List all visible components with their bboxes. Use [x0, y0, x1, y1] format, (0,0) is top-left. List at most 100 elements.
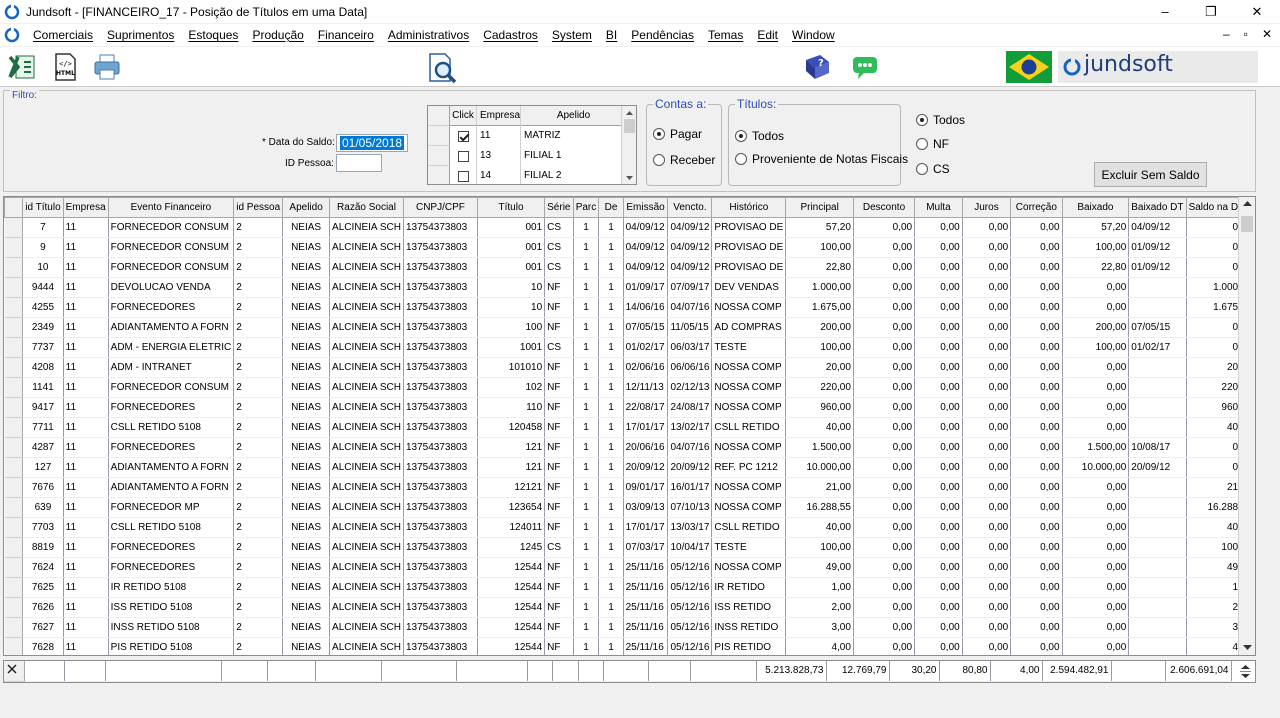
row-selector[interactable] [4, 377, 24, 398]
row-selector[interactable] [4, 497, 24, 518]
table-row[interactable]: 7624 11 FORNECEDORES 2 NEIAS ALCINEIA SCH 1375… [4, 557, 1255, 578]
menu-temas[interactable]: Temas [701, 28, 750, 42]
menu-estoques[interactable]: Estoques [181, 28, 245, 42]
excluir-sem-saldo-button[interactable]: Excluir Sem Saldo [1094, 162, 1207, 187]
grid-vertical-scrollbar[interactable] [1238, 197, 1255, 655]
row-selector[interactable] [4, 357, 24, 378]
id-pessoa-input[interactable] [336, 154, 382, 172]
column-header-id-titulo[interactable]: id Título [22, 197, 64, 218]
excel-icon[interactable] [6, 52, 36, 82]
menu-pendencias[interactable]: Pendências [624, 28, 701, 42]
row-selector[interactable] [4, 317, 24, 338]
menu-comerciais[interactable]: Comerciais [26, 28, 100, 42]
column-header-serie[interactable]: Série [544, 197, 574, 218]
table-row[interactable]: 7627 11 INSS RETIDO 5108 2 NEIAS ALCINEIA SCH… [4, 617, 1255, 638]
column-header-parc[interactable]: Parc [572, 197, 600, 218]
menu-financeiro[interactable]: Financeiro [311, 28, 381, 42]
column-header-emissao[interactable]: Emissão [622, 197, 669, 218]
column-header-razao-social[interactable]: Razão Social [329, 197, 404, 218]
column-header-multa[interactable]: Multa [914, 197, 963, 218]
menu-suprimentos[interactable]: Suprimentos [100, 28, 181, 42]
menu-edit[interactable]: Edit [750, 28, 785, 42]
row-selector[interactable] [4, 237, 24, 258]
table-row[interactable]: 9417 11 FORNECEDORES 2 NEIAS ALCINEIA SCH 1375… [4, 397, 1255, 418]
row-selector[interactable] [428, 126, 450, 146]
mdi-restore-button[interactable]: ▫ [1244, 27, 1248, 41]
radio-dot[interactable] [735, 153, 747, 165]
minimize-button[interactable]: – [1142, 0, 1188, 23]
radio-tipo-todos[interactable]: Todos [916, 113, 965, 127]
row-selector[interactable] [4, 277, 24, 298]
row-selector[interactable] [428, 166, 450, 184]
row-selector[interactable] [4, 297, 24, 318]
table-row[interactable]: 7711 11 CSLL RETIDO 5108 2 NEIAS ALCINEIA SCH… [4, 417, 1255, 438]
radio-proveniente-nf[interactable]: Proveniente de Notas Fiscais [735, 152, 908, 166]
menu-system[interactable]: System [545, 28, 599, 42]
help-book-icon[interactable]: ? [802, 52, 832, 82]
table-row[interactable]: 7625 11 IR RETIDO 5108 2 NEIAS ALCINEIA SCH 13… [4, 577, 1255, 598]
row-selector[interactable] [4, 517, 24, 538]
radio-dot[interactable] [916, 114, 928, 126]
mdi-minimize-button[interactable]: – [1223, 27, 1230, 41]
table-row[interactable]: 7628 11 PIS RETIDO 5108 2 NEIAS ALCINEIA SCH 1… [4, 637, 1255, 655]
column-header-principal[interactable]: Principal [785, 197, 854, 218]
empresa-row[interactable]: 14 FILIAL 2 [428, 166, 623, 184]
column-header-de[interactable]: De [598, 197, 624, 218]
search-document-icon[interactable] [425, 51, 459, 85]
column-header-juros[interactable]: Juros [961, 197, 1012, 218]
row-selector[interactable] [4, 397, 24, 418]
empresa-header-apelido[interactable]: Apelido [520, 106, 623, 126]
column-header-correcao[interactable]: Correção [1010, 197, 1063, 218]
radio-tipo-cs[interactable]: CS [916, 162, 950, 176]
menu-window[interactable]: Window [785, 28, 842, 42]
row-selector[interactable] [4, 597, 24, 618]
radio-dot[interactable] [653, 128, 665, 140]
row-selector[interactable] [4, 477, 24, 498]
radio-dot[interactable] [653, 154, 665, 166]
radio-dot[interactable] [916, 138, 928, 150]
table-row[interactable]: 639 11 FORNECEDOR MP 2 NEIAS ALCINEIA SCH 1375… [4, 497, 1255, 518]
empresa-checkbox[interactable] [457, 150, 469, 162]
table-row[interactable]: 4208 11 ADM - INTRANET 2 NEIAS ALCINEIA SCH 13… [4, 357, 1255, 378]
menu-bi[interactable]: BI [599, 28, 624, 42]
row-selector[interactable] [4, 417, 24, 438]
table-row[interactable]: 9 11 FORNECEDOR CONSUM 2 NEIAS ALCINEIA SCH 13… [4, 237, 1255, 258]
table-row[interactable]: 8819 11 FORNECEDORES 2 NEIAS ALCINEIA SCH 1375… [4, 537, 1255, 558]
table-row[interactable]: 127 11 ADIANTAMENTO A FORN 2 NEIAS ALCINEIA S… [4, 457, 1255, 478]
column-header-cnpj-cpf[interactable]: CNPJ/CPF [402, 197, 478, 218]
radio-dot[interactable] [735, 130, 747, 142]
table-row[interactable]: 9444 11 DEVOLUCAO VENDA 2 NEIAS ALCINEIA SCH 1… [4, 277, 1255, 298]
maximize-button[interactable]: ❐ [1188, 0, 1234, 23]
table-row[interactable]: 7737 11 ADM - ENERGIA ELETRIC 2 NEIAS ALCINEI… [4, 337, 1255, 358]
menu-producao[interactable]: Produção [245, 28, 310, 42]
html-export-icon[interactable]: </> HTML [50, 52, 80, 82]
table-row[interactable]: 7626 11 ISS RETIDO 5108 2 NEIAS ALCINEIA SCH 1… [4, 597, 1255, 618]
column-header-baixado[interactable]: Baixado [1061, 197, 1130, 218]
close-button[interactable]: ✕ [1234, 0, 1280, 23]
empresa-header-click[interactable]: Click [450, 110, 476, 121]
column-header-baixado-dt[interactable]: Baixado DT [1128, 197, 1187, 218]
menu-administrativos[interactable]: Administrativos [381, 28, 476, 42]
menu-cadastros[interactable]: Cadastros [476, 28, 545, 42]
table-row[interactable]: 2349 11 ADIANTAMENTO A FORN 2 NEIAS ALCINEIA … [4, 317, 1255, 338]
empresa-row[interactable]: 13 FILIAL 1 [428, 146, 623, 166]
mdi-app-icon[interactable] [4, 27, 20, 43]
empresa-header-empresa[interactable]: Empresa [476, 106, 520, 126]
row-selector[interactable] [4, 617, 24, 638]
radio-receber[interactable]: Receber [653, 153, 715, 167]
column-header-titulo[interactable]: Título [476, 197, 546, 218]
row-selector[interactable] [4, 437, 24, 458]
row-selector[interactable] [4, 557, 24, 578]
row-selector[interactable] [4, 577, 24, 598]
table-row[interactable]: 7703 11 CSLL RETIDO 5108 2 NEIAS ALCINEIA SCH… [4, 517, 1255, 538]
table-row[interactable]: 7 11 FORNECEDOR CONSUM 2 NEIAS ALCINEIA SCH 13… [4, 217, 1255, 238]
printer-icon[interactable] [92, 52, 122, 82]
column-header-historico[interactable]: Histórico [711, 197, 787, 218]
radio-dot[interactable] [916, 163, 928, 175]
row-selector[interactable] [428, 146, 450, 166]
row-selector[interactable] [4, 637, 24, 655]
radio-pagar[interactable]: Pagar [653, 127, 702, 141]
row-selector[interactable] [4, 257, 24, 278]
row-selector[interactable] [4, 217, 24, 238]
table-row[interactable]: 7676 11 ADIANTAMENTO A FORN 2 NEIAS ALCINEIA … [4, 477, 1255, 498]
